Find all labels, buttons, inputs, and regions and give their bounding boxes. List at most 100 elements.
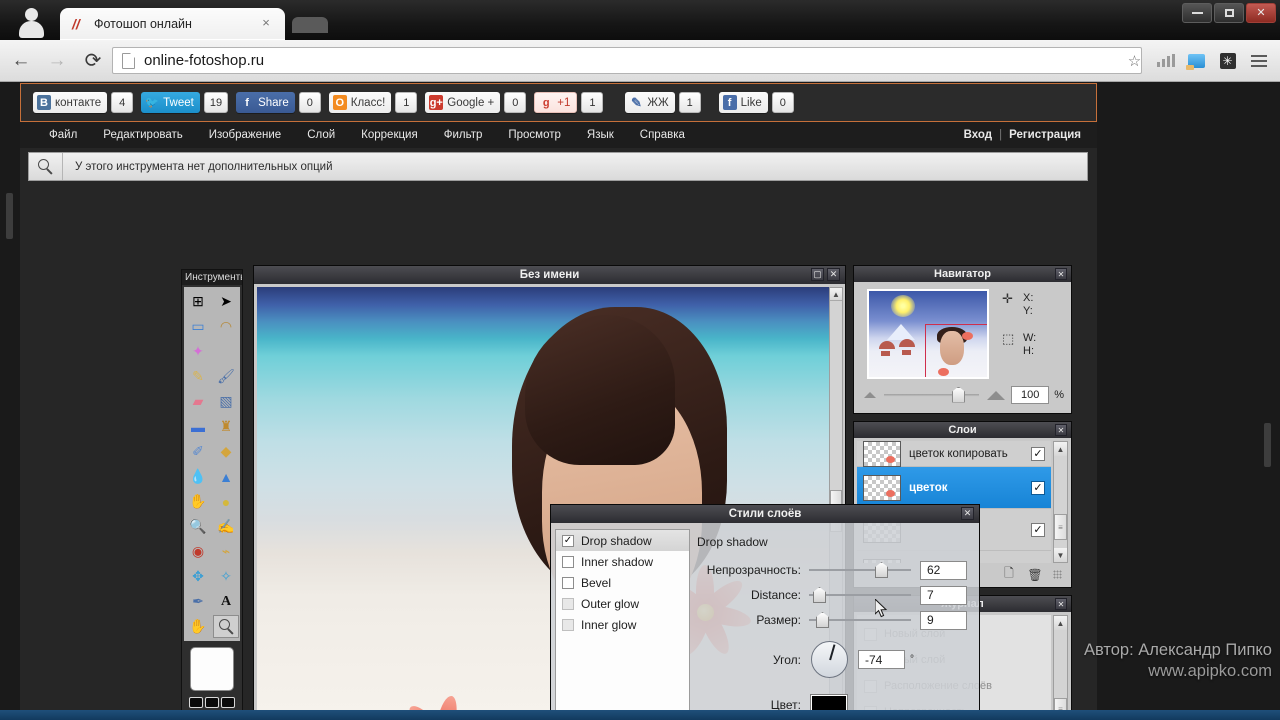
layers-scroll-thumb[interactable]: ≡ xyxy=(1054,514,1067,540)
tool-gradient-icon[interactable]: ▬ xyxy=(185,415,211,438)
effects-list[interactable]: ✓ Drop shadow Inner shadow Bevel Outer g… xyxy=(555,529,690,720)
distance-slider[interactable] xyxy=(809,584,911,606)
window-maximize-button[interactable] xyxy=(1214,3,1244,23)
window-close-button[interactable]: ✕ xyxy=(1246,3,1276,23)
effect-row-inner-shadow[interactable]: Inner shadow xyxy=(556,551,689,572)
tool-blur-icon[interactable]: 💧 xyxy=(185,465,211,488)
tool-shape-icon[interactable]: ◆ xyxy=(213,440,239,463)
back-icon[interactable]: ← xyxy=(6,46,36,76)
outer-glow-checkbox[interactable] xyxy=(562,597,574,610)
facebook-share-button[interactable]: f Share xyxy=(236,92,295,113)
layers-scrollbar[interactable]: ▲ ≡ ▼ xyxy=(1053,441,1068,563)
journal-scroll-up-icon[interactable]: ▲ xyxy=(1054,616,1067,630)
journal-scrollbar[interactable]: ▲ ≡ ▼ xyxy=(1053,615,1068,720)
tool-magic-wand-icon[interactable]: ✦ xyxy=(185,340,211,363)
document-maximize-button[interactable]: ▢ xyxy=(811,268,824,281)
vkontakte-share-button[interactable]: В контакте xyxy=(33,92,108,113)
bookmark-star-icon[interactable]: ☆ xyxy=(1121,47,1148,74)
effect-row-drop-shadow[interactable]: ✓ Drop shadow xyxy=(556,530,689,551)
tool-blur-drop-icon[interactable]: 🔍 xyxy=(185,515,211,538)
tool-red-eye-icon[interactable]: ◉ xyxy=(185,540,211,563)
tool-brush-icon[interactable]: 🖌 xyxy=(213,365,239,388)
tool-hand-icon[interactable]: ✋ xyxy=(185,615,211,638)
layer-visibility-checkbox[interactable]: ✓ xyxy=(1031,446,1045,461)
bevel-checkbox[interactable] xyxy=(562,576,574,589)
tool-dodge-icon[interactable]: ✋ xyxy=(185,490,211,513)
browser-tab[interactable]: // Фотошоп онлайн × xyxy=(60,8,285,40)
browser-menu-icon[interactable] xyxy=(1245,47,1272,74)
layer-styles-titlebar[interactable]: Стили слоёв ✕ xyxy=(551,505,979,523)
twitter-share-button[interactable]: 🐦 Tweet xyxy=(141,92,200,113)
menu-item-view[interactable]: Просмотр xyxy=(495,129,574,141)
address-bar[interactable]: online-fotoshop.ru xyxy=(112,47,1142,74)
layer-visibility-checkbox[interactable]: ✓ xyxy=(1031,522,1045,537)
login-link[interactable]: Вход xyxy=(964,129,992,141)
google-plus-share-button[interactable]: g+ Google + xyxy=(425,92,501,113)
layers-titlebar[interactable]: Слои ✕ xyxy=(854,422,1071,438)
menu-item-correction[interactable]: Коррекция xyxy=(348,129,431,141)
navigator-viewport-rect[interactable] xyxy=(925,324,987,377)
google-plus-one-button[interactable]: g +1 xyxy=(534,92,578,113)
tool-rectangular-marquee-icon[interactable]: ▭ xyxy=(185,315,211,338)
menu-item-image[interactable]: Изображение xyxy=(196,129,294,141)
menu-item-language[interactable]: Язык xyxy=(574,129,627,141)
navigator-zoom-knob[interactable] xyxy=(952,386,965,403)
tab-close-icon[interactable]: × xyxy=(259,16,273,30)
layer-styles-close-button[interactable]: ✕ xyxy=(961,507,974,520)
layers-close-button[interactable]: ✕ xyxy=(1055,424,1067,436)
tool-pencil-icon[interactable]: ✎ xyxy=(185,365,211,388)
navigator-zoom-value[interactable]: 100 xyxy=(1011,386,1050,404)
navigator-close-button[interactable]: ✕ xyxy=(1055,268,1067,280)
user-avatar-icon[interactable] xyxy=(14,4,50,38)
tool-clone-stamp-icon[interactable]: ♜ xyxy=(213,415,239,438)
foreground-color-swatch[interactable] xyxy=(190,647,234,691)
effect-row-inner-glow[interactable]: Inner glow xyxy=(556,614,689,635)
zoom-in-icon[interactable] xyxy=(987,390,1006,400)
inner-glow-checkbox[interactable] xyxy=(562,618,574,631)
effect-row-outer-glow[interactable]: Outer glow xyxy=(556,593,689,614)
tool-zoom-icon[interactable] xyxy=(213,615,239,638)
livejournal-share-button[interactable]: ✎ ЖЖ xyxy=(625,92,675,113)
magnifier-icon[interactable] xyxy=(29,153,63,180)
size-slider[interactable] xyxy=(809,609,911,631)
resize-grip[interactable] xyxy=(1053,570,1062,579)
journal-close-button[interactable]: ✕ xyxy=(1055,598,1067,610)
tool-bloat-icon[interactable]: ✧ xyxy=(213,565,239,588)
tool-bandage-icon[interactable]: ⌁ xyxy=(213,540,239,563)
forward-icon[interactable]: → xyxy=(42,46,72,76)
tool-smudge-icon[interactable]: ✐ xyxy=(185,440,211,463)
tool-move-icon[interactable]: ➤ xyxy=(213,290,239,313)
tool-paint-bucket-icon[interactable]: ▧ xyxy=(213,390,239,413)
angle-field[interactable]: -74 xyxy=(858,650,905,669)
table-row[interactable]: цветок копировать ✓ xyxy=(857,441,1051,467)
new-layer-icon[interactable]: 🗋 xyxy=(1001,566,1017,583)
layers-scroll-down-icon[interactable]: ▼ xyxy=(1054,548,1067,562)
menu-item-file[interactable]: Файл xyxy=(36,129,90,141)
layers-scroll-up-icon[interactable]: ▲ xyxy=(1054,442,1067,456)
tool-eraser-icon[interactable]: ▰ xyxy=(185,390,211,413)
inner-shadow-checkbox[interactable] xyxy=(562,555,574,568)
odnoklassniki-share-button[interactable]: О Класс! xyxy=(328,92,392,113)
trash-icon[interactable]: 🗑 xyxy=(1027,567,1043,583)
extension-blue-icon[interactable] xyxy=(1183,47,1210,74)
navigator-thumbnail[interactable] xyxy=(867,289,989,379)
opacity-slider[interactable] xyxy=(809,559,911,581)
menu-item-filter[interactable]: Фильтр xyxy=(431,129,496,141)
angle-dial[interactable] xyxy=(811,641,848,678)
opacity-field[interactable]: 62 xyxy=(920,560,967,580)
size-field[interactable]: 9 xyxy=(920,610,967,630)
document-close-button[interactable]: ✕ xyxy=(827,268,840,281)
table-row[interactable]: цветок ✓ xyxy=(857,467,1051,509)
menu-item-help[interactable]: Справка xyxy=(627,129,698,141)
tool-burn-icon[interactable]: ● xyxy=(213,490,239,513)
register-link[interactable]: Регистрация xyxy=(1009,129,1081,141)
canvas-scroll-up-icon[interactable]: ▲ xyxy=(830,288,842,301)
tool-sponge-icon[interactable]: ✍ xyxy=(213,515,239,538)
tool-type-icon[interactable]: A xyxy=(213,590,239,613)
menu-item-layer[interactable]: Слой xyxy=(294,129,348,141)
distance-field[interactable]: 7 xyxy=(920,585,967,605)
tool-pinch-icon[interactable]: ✥ xyxy=(185,565,211,588)
menu-item-edit[interactable]: Редактировать xyxy=(90,129,195,141)
tool-lasso-icon[interactable]: ◠ xyxy=(213,315,239,338)
tool-eyedropper-icon[interactable]: ✒ xyxy=(185,590,211,613)
